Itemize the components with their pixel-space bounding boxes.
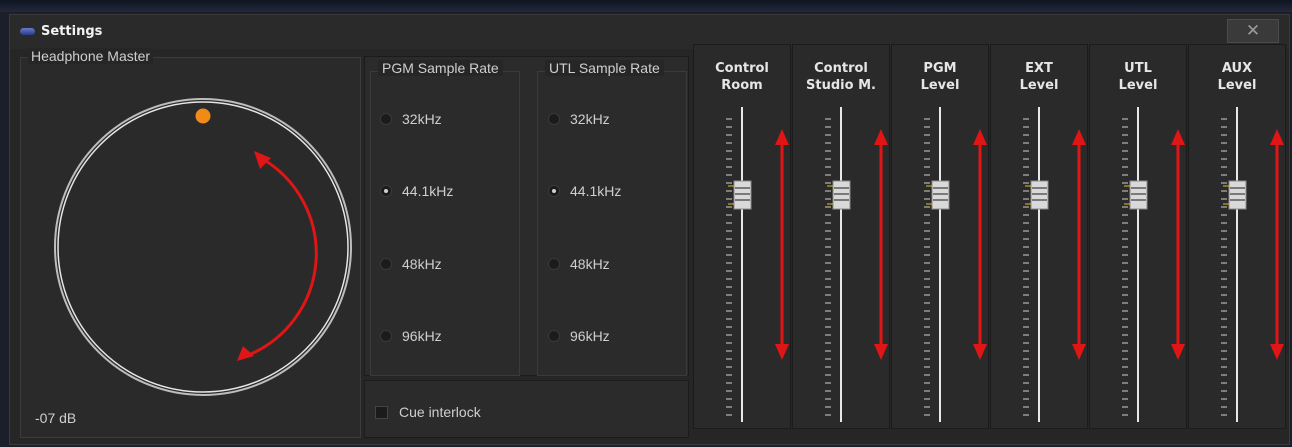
radio-label: 96kHz [402,328,442,344]
radio-button[interactable] [548,258,560,270]
fader-column: UTL Level [1089,44,1187,429]
cue-interlock-checkbox[interactable] [375,406,388,419]
fader-knob[interactable] [1223,180,1247,210]
arrow-down-icon [1270,344,1284,360]
fader-column: EXT Level [990,44,1088,429]
fader-label-line1: EXT [1025,61,1053,76]
arrow-down-icon [1171,344,1185,360]
fader-label-line1: UTL [1124,61,1152,76]
fader-slider[interactable] [694,97,790,427]
fader-label-line1: Control [715,61,769,76]
arrow-down-icon [973,344,987,360]
fader-label-line2: Level [1019,78,1059,93]
fader-label-line1: Control [814,61,868,76]
fader-knob[interactable] [1025,180,1049,210]
cue-interlock-label: Cue interlock [399,404,481,420]
arrow-up-icon [874,129,888,145]
headphone-knob[interactable] [40,90,360,410]
fader-label-line2: Level [1118,78,1158,93]
window-title: Settings [41,24,103,39]
utl-option-32[interactable]: 32kHz [548,111,610,127]
radio-button[interactable] [380,113,392,125]
arc-arrow-top-icon [254,151,271,169]
fader-knob[interactable] [1124,180,1148,210]
fader-slider[interactable] [1189,97,1285,427]
radio-label: 44.1kHz [402,183,454,199]
fader-column: Control Room [693,44,791,429]
knob-indicator-dot [195,108,211,124]
fader-label-line2: Studio M. [806,78,876,93]
fader-knob[interactable] [827,180,851,210]
fader-slider[interactable] [991,97,1087,427]
window-app-icon [20,28,35,35]
arrow-up-icon [1072,129,1086,145]
fader-knob[interactable] [728,180,752,210]
radio-label: 48kHz [570,256,610,272]
radio-label: 32kHz [402,111,442,127]
arrow-down-icon [874,344,888,360]
arrow-down-icon [1072,344,1086,360]
fader-slider[interactable] [892,97,988,427]
radio-button[interactable] [380,330,392,342]
fader-label-line1: PGM [923,61,957,76]
radio-label: 96kHz [570,328,610,344]
fader-knob[interactable] [926,180,950,210]
arrow-up-icon [973,129,987,145]
utl-option-48[interactable]: 48kHz [548,256,610,272]
utl-option-44[interactable]: 44.1kHz [548,183,621,199]
pgm-option-96[interactable]: 96kHz [380,328,442,344]
radio-button-selected[interactable] [380,185,392,197]
radio-button[interactable] [380,258,392,270]
radio-button[interactable] [548,330,560,342]
headphone-master-label: Headphone Master [28,48,154,64]
fader-column: AUX Level [1188,44,1286,429]
arrow-up-icon [775,129,789,145]
rotation-arc [245,156,318,358]
pgm-option-32[interactable]: 32kHz [380,111,442,127]
pgm-sample-rate-label: PGM Sample Rate [378,60,503,76]
pgm-option-48[interactable]: 48kHz [380,256,442,272]
radio-label: 48kHz [402,256,442,272]
fader-slider[interactable] [1090,97,1186,427]
close-icon: ✕ [1245,21,1261,41]
fader-label-line2: Room [721,78,763,93]
pgm-option-44[interactable]: 44.1kHz [380,183,453,199]
radio-label: 44.1kHz [570,183,622,199]
radio-button-selected[interactable] [548,185,560,197]
arrow-down-icon [775,344,789,360]
fader-label-line2: Level [1217,78,1257,93]
fader-label-line2: Level [920,78,960,93]
close-button[interactable]: ✕ [1227,19,1279,43]
knob-ring [54,98,352,396]
fader-slider[interactable] [793,97,889,427]
fader-label-line1: AUX [1221,61,1253,76]
desktop-top-strip [0,0,1292,12]
fader-column: PGM Level [891,44,989,429]
fader-column: Control Studio M. [792,44,890,429]
arrow-up-icon [1171,129,1185,145]
knob-ring-inner [57,101,349,393]
utl-sample-rate-label: UTL Sample Rate [545,60,664,76]
headphone-value: -07 dB [35,410,77,426]
radio-label: 32kHz [570,111,610,127]
radio-button[interactable] [548,113,560,125]
arrow-up-icon [1270,129,1284,145]
utl-option-96[interactable]: 96kHz [548,328,610,344]
